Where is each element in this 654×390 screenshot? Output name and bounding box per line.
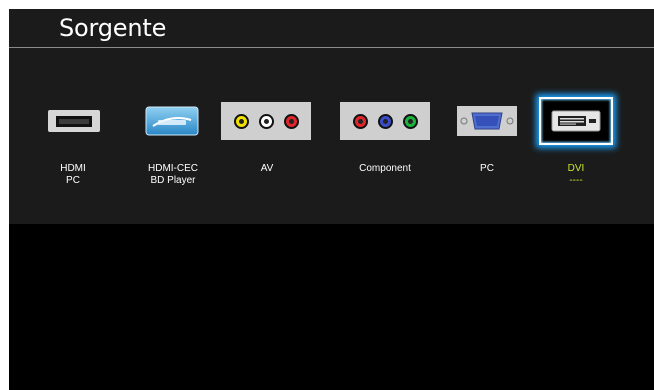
source-label-hdmi-cec: HDMI-CEC BD Player <box>148 163 198 186</box>
composite-rca-icon <box>229 113 304 129</box>
source-label-component: Component <box>359 163 411 174</box>
source-label-hdmi-pc: HDMI PC <box>60 163 86 186</box>
anynet-icon <box>145 106 199 136</box>
rca-blue-jack <box>377 113 393 129</box>
component-rca-icon <box>348 113 423 129</box>
page-title: Sorgente <box>59 14 167 42</box>
source-label-dvi: DVI ---- <box>567 163 585 186</box>
source-label-pc: PC <box>480 163 494 174</box>
source-label-av: AV <box>260 163 274 174</box>
title-divider <box>9 47 654 48</box>
source-hdmi-pc[interactable] <box>47 102 101 140</box>
source-panel: Sorgente HDMI PC HDMI-CEC BD Player AV C… <box>9 9 654 224</box>
rca-red-jack <box>283 113 299 129</box>
source-pc[interactable] <box>457 106 517 136</box>
rca-green-jack <box>402 113 418 129</box>
rca-white-jack <box>258 113 274 129</box>
source-dvi[interactable] <box>539 97 613 145</box>
vga-port-icon <box>460 112 514 130</box>
dvi-port-icon <box>551 110 601 132</box>
hdmi-port-icon <box>48 110 100 132</box>
rca-red-jack <box>352 113 368 129</box>
source-hdmi-cec[interactable] <box>145 102 199 140</box>
source-av[interactable] <box>221 102 311 140</box>
tv-screen: Sorgente HDMI PC HDMI-CEC BD Player AV C… <box>9 9 654 390</box>
rca-yellow-jack <box>233 113 249 129</box>
source-component[interactable] <box>340 102 430 140</box>
